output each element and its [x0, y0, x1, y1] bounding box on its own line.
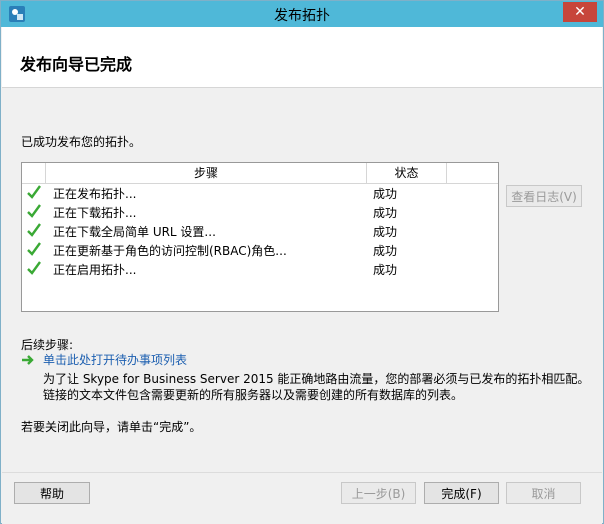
- description-line-2: 链接的文本文件包含需要更新的所有服务器以及需要创建的所有数据库的列表。: [43, 388, 464, 402]
- cancel-button[interactable]: 取消: [506, 482, 581, 504]
- checkmark-icon: [27, 241, 41, 257]
- steps-list[interactable]: 步骤 状态 正在发布拓扑... 成功 正在下载拓扑... 成功 正在下载全局简单…: [21, 162, 499, 312]
- arrow-right-icon: [21, 353, 35, 367]
- status-text: 成功: [373, 225, 398, 239]
- finish-button[interactable]: 完成(F): [424, 482, 499, 504]
- step-text: 正在更新基于角色的访问控制(RBAC)角色...: [53, 244, 287, 258]
- list-item[interactable]: 正在更新基于角色的访问控制(RBAC)角色... 成功: [22, 241, 498, 260]
- title-bar[interactable]: 发布拓扑 ✕: [1, 1, 603, 27]
- close-hint: 若要关闭此向导，请单击“完成”。: [21, 420, 202, 434]
- page-title: 发布向导已完成: [20, 55, 133, 74]
- list-header: 步骤 状态: [22, 163, 498, 184]
- todo-link-row[interactable]: 单击此处打开待办事项列表: [21, 351, 421, 369]
- checkmark-icon: [27, 222, 41, 238]
- status-text: 成功: [373, 263, 398, 277]
- header-panel: 发布向导已完成: [2, 27, 602, 88]
- todo-list-link[interactable]: 单击此处打开待办事项列表: [43, 351, 187, 368]
- success-message: 已成功发布您的拓扑。: [21, 135, 142, 149]
- window-title: 发布拓扑: [274, 8, 330, 24]
- checkmark-icon: [27, 184, 41, 200]
- description-line-1: 为了让 Skype for Business Server 2015 能正确地路…: [43, 372, 590, 386]
- header-status[interactable]: 状态: [367, 163, 447, 183]
- back-button[interactable]: 上一步(B): [341, 482, 416, 504]
- list-item[interactable]: 正在启用拓扑... 成功: [22, 260, 498, 279]
- view-log-button[interactable]: 查看日志(V): [506, 185, 582, 207]
- status-text: 成功: [373, 244, 398, 258]
- step-text: 正在启用拓扑...: [53, 263, 137, 277]
- publish-topology-window: 发布拓扑 ✕ 发布向导已完成 已成功发布您的拓扑。 步骤 状态 正在发布拓扑..…: [0, 0, 604, 524]
- close-icon: ✕: [574, 4, 586, 20]
- checkmark-icon: [27, 203, 41, 219]
- close-button[interactable]: ✕: [563, 2, 597, 22]
- checkmark-icon: [27, 260, 41, 276]
- list-item[interactable]: 正在下载全局简单 URL 设置... 成功: [22, 222, 498, 241]
- help-button[interactable]: 帮助: [14, 482, 90, 504]
- status-text: 成功: [373, 187, 398, 201]
- step-text: 正在发布拓扑...: [53, 187, 137, 201]
- list-item[interactable]: 正在发布拓扑... 成功: [22, 184, 498, 203]
- header-step[interactable]: 步骤: [46, 163, 367, 183]
- step-text: 正在下载全局简单 URL 设置...: [53, 225, 216, 239]
- header-blank: [22, 163, 46, 183]
- status-text: 成功: [373, 206, 398, 220]
- list-item[interactable]: 正在下载拓扑... 成功: [22, 203, 498, 222]
- step-text: 正在下载拓扑...: [53, 206, 137, 220]
